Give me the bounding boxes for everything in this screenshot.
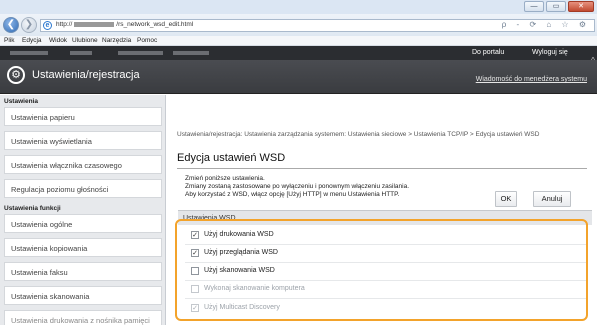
sidebar-item-scan[interactable]: Ustawienia skanowania — [4, 286, 162, 305]
browser-window: — ▭ ✕ ❮ ❯ e http:///rs_network_wsd_edit.… — [0, 0, 597, 325]
ok-button[interactable]: OK — [495, 191, 517, 207]
ie-page-icon: e — [43, 21, 52, 30]
sidebar-section-function: Ustawienia funkcji — [4, 205, 61, 212]
menu-view[interactable]: Widok — [49, 37, 67, 44]
sidebar-item-display[interactable]: Ustawienia wyświetlania — [4, 131, 162, 150]
menu-tools[interactable]: Narzędzia — [102, 37, 131, 44]
url-text: http:///rs_network_wsd_edit.html — [56, 21, 194, 28]
app-top-bar: Do portalu Wyloguj się — [0, 46, 597, 60]
page-section-title: Ustawienia/rejestracja — [32, 69, 140, 81]
menu-help[interactable]: Pomoc — [137, 37, 157, 44]
maximize-button[interactable]: ▭ — [546, 1, 566, 12]
portal-link[interactable]: Do portalu — [472, 49, 504, 56]
description-line: Zmień poniższe ustawienia. — [185, 175, 265, 182]
scroll-up-arrow[interactable]: ^ — [589, 56, 597, 70]
title-divider — [177, 168, 587, 169]
description-line: Aby korzystać z WSD, włącz opcję [Użyj H… — [185, 191, 400, 198]
page-title: Edycja ustawień WSD — [177, 152, 286, 164]
masked-device-name — [10, 51, 48, 55]
app-title-bar: ⚙ Ustawienia/rejestracja Wiadomość do me… — [0, 60, 597, 94]
menu-bar: Plik Edycja Widok Ulubione Narzędzia Pom… — [0, 36, 597, 46]
message-to-admin-link[interactable]: Wiadomość do menedżera systemu — [476, 76, 587, 83]
sidebar-section-settings: Ustawienia — [4, 98, 38, 105]
logout-link[interactable]: Wyloguj się — [532, 49, 568, 56]
sidebar-item-volume[interactable]: Regulacja poziomu głośności — [4, 179, 162, 198]
close-button[interactable]: ✕ — [568, 1, 594, 12]
menu-edit[interactable]: Edycja — [22, 37, 42, 44]
back-button[interactable]: ❮ — [3, 17, 19, 33]
sidebar-item-media-print[interactable]: Ustawienia drukowania z nośnika pamięci — [4, 310, 162, 325]
cancel-button[interactable]: Anuluj — [533, 191, 571, 207]
navigation-bar: ❮ ❯ e http:///rs_network_wsd_edit.html ρ… — [0, 14, 597, 36]
masked-device-name — [173, 51, 209, 55]
address-tools[interactable]: ρ - ⟳ ⌂ ☆ ⚙ — [502, 20, 590, 29]
description-line: Zmiany zostaną zastosowane po wyłączeniu… — [185, 183, 410, 190]
sidebar-item-general[interactable]: Ustawienia ogólne — [4, 214, 162, 233]
masked-device-name — [118, 51, 163, 55]
minimize-button[interactable]: — — [524, 1, 544, 12]
menu-file[interactable]: Plik — [4, 37, 14, 44]
sidebar-item-timer[interactable]: Ustawienia włącznika czasowego — [4, 155, 162, 174]
masked-host — [74, 21, 115, 27]
masked-device-name — [70, 51, 92, 55]
sidebar-item-fax[interactable]: Ustawienia faksu — [4, 262, 162, 281]
sidebar-item-copy[interactable]: Ustawienia kopiowania — [4, 238, 162, 257]
sidebar: Ustawienia Ustawienia papieru Ustawienia… — [0, 95, 166, 325]
highlight-frame — [175, 219, 588, 321]
title-bar: — ▭ ✕ — [0, 0, 597, 14]
menu-favorites[interactable]: Ulubione — [72, 37, 98, 44]
address-bar[interactable]: e http:///rs_network_wsd_edit.html ρ - ⟳… — [40, 19, 595, 32]
forward-button[interactable]: ❯ — [21, 17, 37, 33]
sidebar-item-paper[interactable]: Ustawienia papieru — [4, 107, 162, 126]
breadcrumb: Ustawienia/rejestracja: Ustawienia zarzą… — [177, 131, 540, 138]
gear-icon: ⚙ — [7, 66, 25, 84]
